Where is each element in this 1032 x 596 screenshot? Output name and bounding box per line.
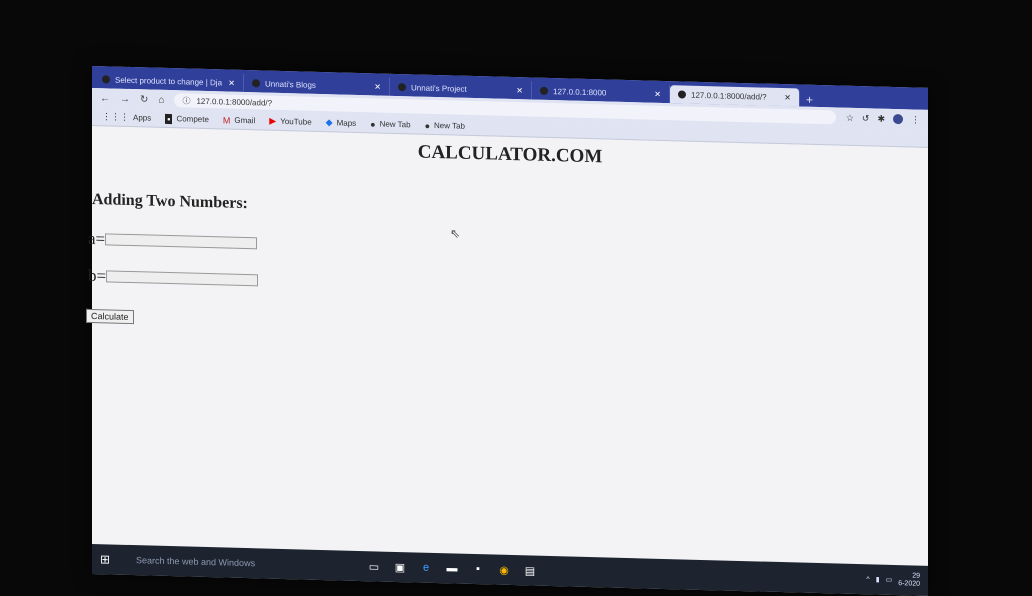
reload-icon[interactable]: ↻ — [140, 94, 148, 105]
maps-icon: ◆ — [325, 117, 333, 128]
new-tab-button[interactable]: + — [800, 93, 819, 107]
close-icon[interactable]: ✕ — [654, 89, 661, 98]
forward-icon[interactable]: → — [120, 93, 130, 104]
bookmark-new-tab[interactable]: ● New Tab — [425, 120, 465, 131]
field-a-row: a= — [88, 228, 258, 253]
apps-grid-icon: ⋮⋮⋮ — [102, 111, 129, 122]
mouse-cursor-icon: ⇖ — [450, 226, 461, 241]
field-a-label: a= — [88, 228, 106, 249]
system-tray: ^ ▮ ▭ 29 6-2020 — [866, 571, 920, 588]
bookmark-gmail[interactable]: M Gmail — [223, 115, 255, 126]
globe-icon — [398, 83, 406, 92]
menu-icon[interactable]: ⋮ — [911, 114, 920, 125]
tab-title: 127.0.0.1:8000/add/? — [691, 90, 767, 102]
taskbar-search[interactable]: Search the web and Windows — [130, 555, 356, 571]
field-b-row: b= — [88, 265, 259, 290]
bookmark-new-tab[interactable]: ● New Tab — [370, 119, 410, 130]
battery-icon[interactable]: ▭ — [886, 576, 893, 584]
toolbar-actions: ☆ ↺ ✱ ⋮ — [846, 112, 920, 125]
globe-icon — [540, 86, 548, 95]
store-icon[interactable]: ▣ — [392, 559, 408, 575]
edge-icon[interactable]: e — [418, 560, 434, 576]
gmail-icon: M — [222, 114, 231, 126]
terminal-icon[interactable]: ▤ — [522, 562, 538, 578]
pycharm-icon[interactable]: ▪ — [470, 561, 486, 577]
youtube-icon: ▶ — [269, 115, 277, 126]
tab-title: Unnati's Blogs — [265, 79, 316, 90]
page-content: CALCULATOR.COM Adding Two Numbers: a= b=… — [86, 127, 928, 569]
globe-icon: ● — [424, 120, 430, 131]
field-b-label: b= — [88, 265, 107, 286]
network-icon[interactable]: ▮ — [876, 576, 880, 584]
home-icon[interactable]: ⌂ — [158, 94, 164, 105]
chrome-icon[interactable]: ◉ — [496, 562, 512, 578]
tab-title: Select product to change | Dja — [115, 75, 223, 87]
browser-window: Select product to change | Dja ✕ Unnati'… — [86, 66, 928, 596]
back-icon[interactable]: ← — [100, 93, 110, 104]
close-icon[interactable]: ✕ — [784, 93, 791, 102]
close-icon[interactable]: ✕ — [516, 86, 523, 95]
windows-start-icon[interactable]: ⊞ — [100, 552, 120, 567]
calculate-button[interactable]: Calculate — [86, 308, 134, 325]
info-icon[interactable]: ⓘ — [182, 95, 190, 106]
extension-icon[interactable]: ↺ — [862, 113, 870, 124]
close-icon[interactable]: ✕ — [228, 78, 235, 87]
globe-icon — [252, 79, 260, 88]
extensions-puzzle-icon[interactable]: ✱ — [877, 113, 885, 124]
address-text: 127.0.0.1:8000/add/? — [196, 96, 273, 108]
task-view-icon[interactable]: ▭ — [366, 558, 382, 574]
bookmark-youtube[interactable]: ▶ YouTube — [269, 116, 311, 128]
globe-icon — [678, 90, 686, 99]
file-explorer-icon[interactable]: ▬ — [444, 560, 460, 576]
chevron-up-icon[interactable]: ^ — [866, 576, 869, 583]
globe-icon: ● — [370, 118, 376, 129]
bookmark-apps[interactable]: ⋮⋮⋮ Apps — [102, 111, 151, 123]
bookmark-compete[interactable]: ▪ Compete — [165, 113, 209, 124]
tab-title: 127.0.0.1:8000 — [553, 86, 607, 97]
section-heading: Adding Two Numbers: — [92, 191, 248, 213]
close-icon[interactable]: ✕ — [374, 82, 381, 91]
field-b-input[interactable] — [106, 270, 259, 287]
clock[interactable]: 29 6-2020 — [898, 572, 920, 589]
profile-avatar[interactable] — [893, 113, 903, 124]
bookmark-star-icon[interactable]: ☆ — [846, 112, 854, 123]
compete-icon: ▪ — [165, 113, 173, 124]
bookmark-maps[interactable]: ◆ Maps — [326, 117, 356, 129]
tab-title: Unnati's Project — [411, 82, 467, 94]
field-a-input[interactable] — [105, 233, 258, 250]
globe-icon — [102, 75, 110, 84]
